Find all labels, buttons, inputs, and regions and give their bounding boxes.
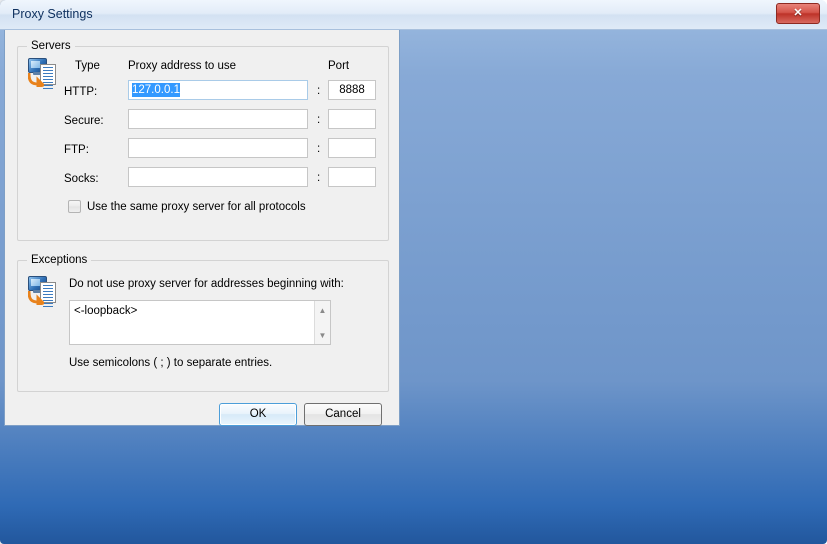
exceptions-scrollbar[interactable]: ▲ ▼ (314, 301, 330, 344)
scroll-down-icon[interactable]: ▼ (315, 327, 330, 343)
exceptions-hint: Use semicolons ( ; ) to separate entries… (69, 357, 273, 369)
exceptions-textarea[interactable]: <-loopback> ▲ ▼ (69, 300, 331, 345)
exceptions-group: Exceptions Do not use proxy server for a… (17, 254, 389, 392)
proxy-settings-window: Proxy Settings ✕ Servers Type Proxy addr… (0, 0, 827, 544)
proxy-settings-ok-button[interactable]: OK (219, 403, 297, 426)
screen: Internet Options ? ✕ Local Area Network … (0, 0, 827, 544)
proxy-settings-cancel-button[interactable]: Cancel (304, 403, 382, 426)
proxy-settings-body: Servers Type Proxy address to use Port H… (4, 30, 400, 426)
